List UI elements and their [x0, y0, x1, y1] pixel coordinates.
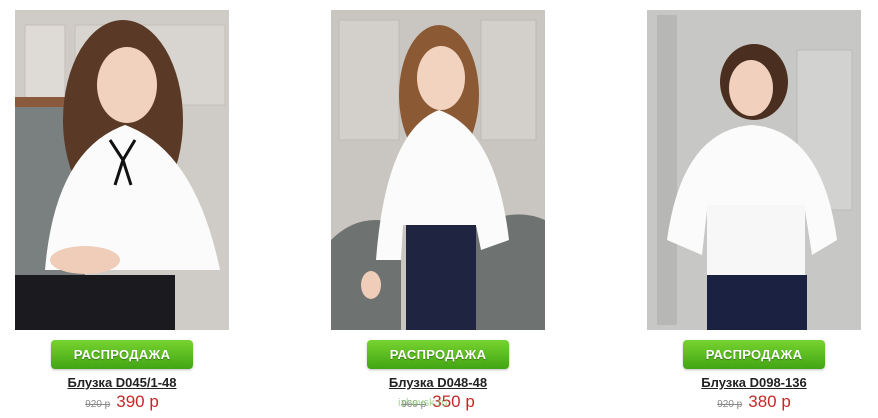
old-price: 920 р — [85, 399, 111, 410]
price-row: 920 р 380 р — [717, 392, 791, 412]
sale-button[interactable]: РАСПРОДАЖА — [51, 340, 193, 369]
product-card: РАСПРОДАЖА Блузка D048-48 960 р 350 р — [331, 10, 545, 418]
price: 380 р — [748, 392, 791, 411]
product-photo[interactable] — [15, 10, 229, 330]
product-title-link[interactable]: Блузка D045/1-48 — [67, 375, 176, 390]
sale-button[interactable]: РАСПРОДАЖА — [683, 340, 825, 369]
old-price: 920 р — [717, 399, 743, 410]
price: 390 р — [116, 392, 159, 411]
product-title-link[interactable]: Блузка D098-136 — [701, 375, 806, 390]
product-photo[interactable] — [331, 10, 545, 330]
product-photo[interactable] — [647, 10, 861, 330]
product-card: РАСПРОДАЖА Блузка D098-136 920 р 380 р — [647, 10, 861, 418]
sale-button[interactable]: РАСПРОДАЖА — [367, 340, 509, 369]
product-title-link[interactable]: Блузка D048-48 — [389, 375, 487, 390]
watermark: izhevsk.ru — [398, 397, 448, 409]
product-card: РАСПРОДАЖА Блузка D045/1-48 920 р 390 р — [15, 10, 229, 418]
price-row: 920 р 390 р — [85, 392, 159, 412]
